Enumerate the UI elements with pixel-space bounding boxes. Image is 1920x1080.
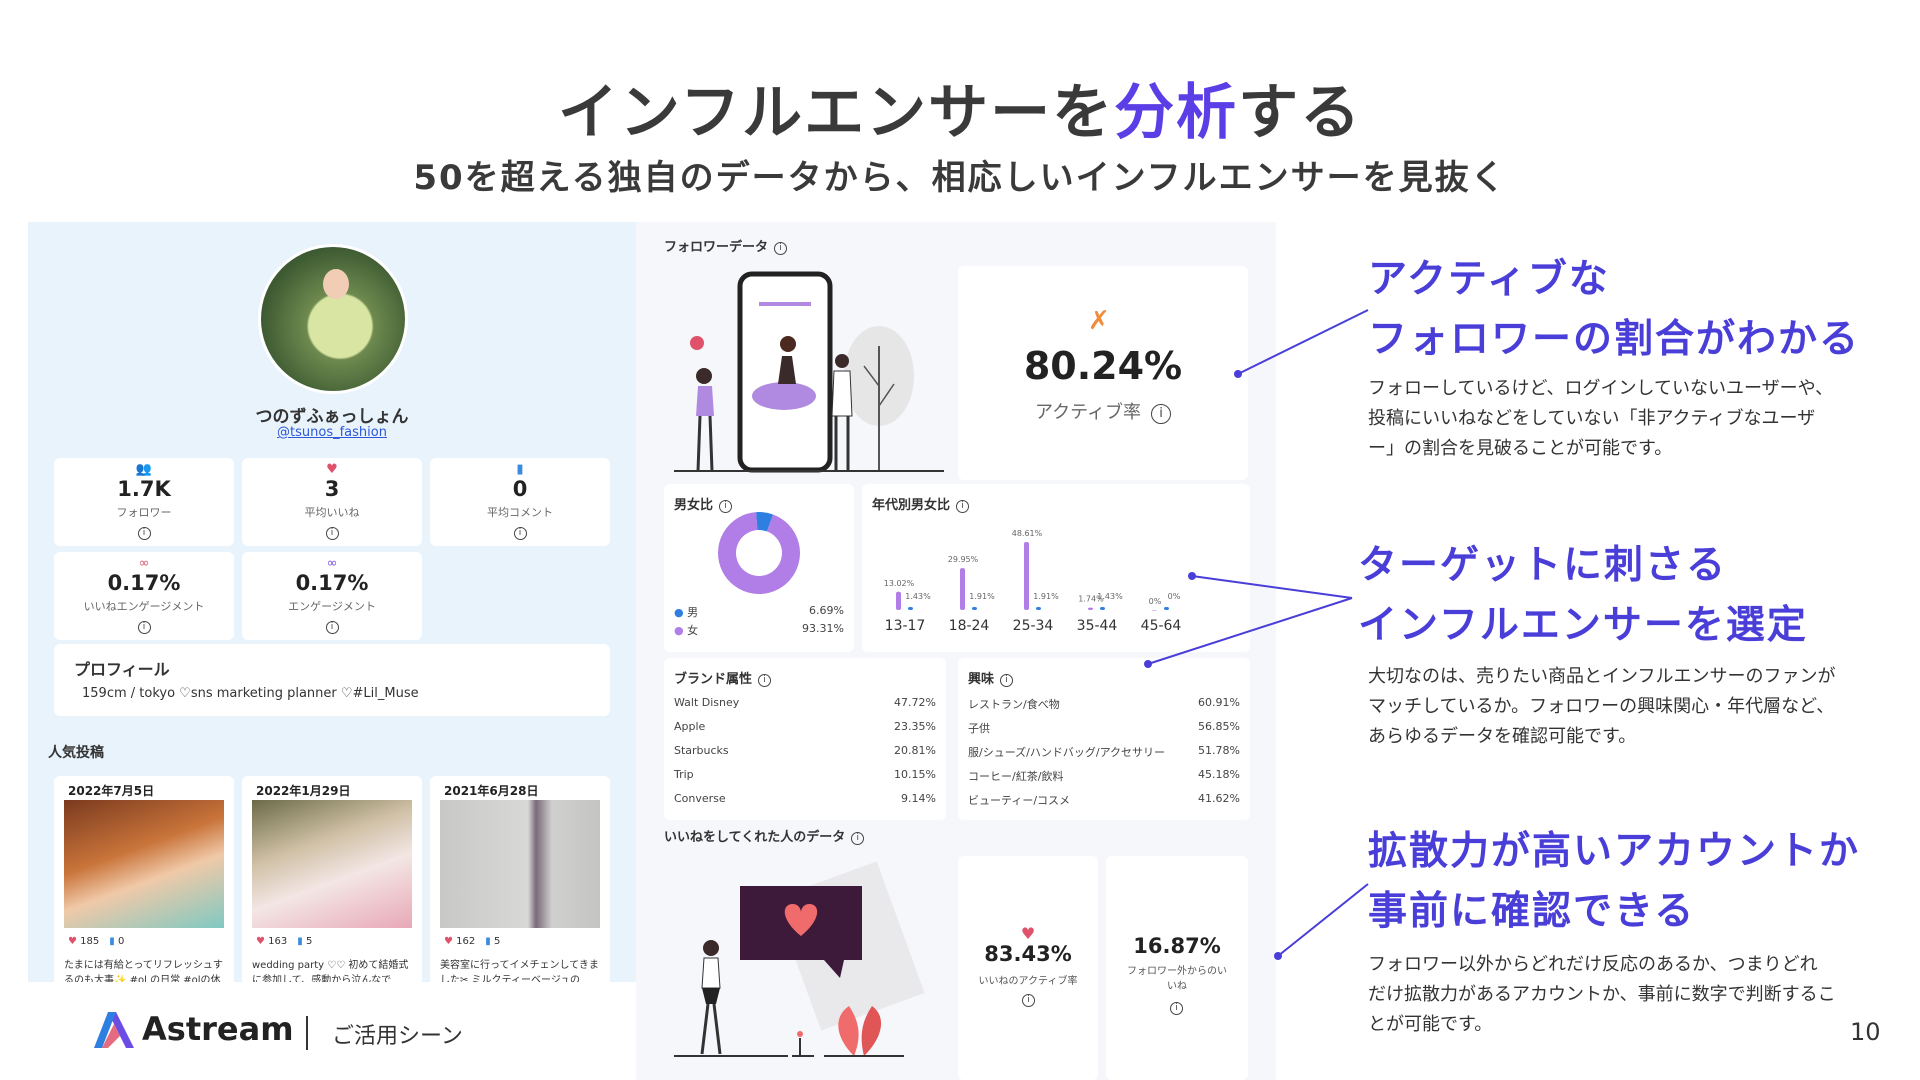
text-line: マッチしているか。フォロワーの興味関心・年代層など、 <box>1368 696 1835 717</box>
text-line: とが可能です。 <box>1368 1014 1493 1035</box>
footer-divider <box>306 1016 308 1050</box>
text-line: だけ拡散力があるアカウントか、事前に数字で判断するこ <box>1368 984 1836 1005</box>
text-line: フォローしているけど、ログインしていないユーザーや、 <box>1368 378 1834 399</box>
astream-logo-icon <box>94 1012 134 1048</box>
text-line: あらゆるデータを確認可能です。 <box>1368 726 1637 747</box>
text-line: フォロワー以外からどれだけ反応のあるか、つまりどれ <box>1368 954 1818 975</box>
heading-line: 事前に確認できる <box>1368 889 1696 934</box>
heading-line: ターゲットに刺さる <box>1358 543 1728 588</box>
feature-text-active: フォローしているけど、ログインしていないユーザーや、 投稿にいいねなどをしていな… <box>1368 374 1833 464</box>
footer-scene: ご活用シーン <box>332 1024 463 1049</box>
heading-line: フォロワーの割合がわかる <box>1368 317 1861 362</box>
footer-logo: Astream <box>142 1010 294 1048</box>
text-line: 大切なのは、売りたい商品とインフルエンサーのファンが <box>1368 666 1836 687</box>
text-line: ー」の割合を見破ることが可能です。 <box>1368 438 1673 459</box>
feature-heading-reach: 拡散力が高いアカウントか 事前に確認できる <box>1368 822 1860 942</box>
feature-text-reach: フォロワー以外からどれだけ反応のあるか、つまりどれ だけ拡散力があるアカウントか… <box>1368 950 1836 1040</box>
feature-heading-active: アクティブな フォロワーの割合がわかる <box>1368 250 1860 370</box>
heading-line: 拡散力が高いアカウントか <box>1368 829 1861 874</box>
feature-heading-target: ターゲットに刺さる インフルエンサーを選定 <box>1358 536 1808 656</box>
feature-text-target: 大切なのは、売りたい商品とインフルエンサーのファンが マッチしているか。フォロワ… <box>1368 662 1835 752</box>
page-number: 10 <box>1850 1018 1881 1046</box>
text-line: 投稿にいいねなどをしていない「非アクティブなユーザ <box>1368 408 1816 429</box>
heading-line: アクティブな <box>1368 257 1610 302</box>
heading-line: インフルエンサーを選定 <box>1358 603 1808 648</box>
